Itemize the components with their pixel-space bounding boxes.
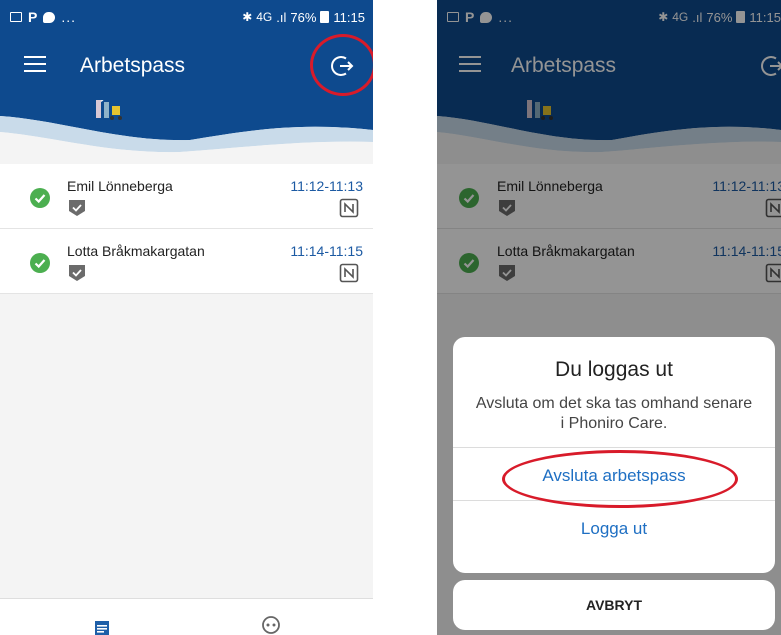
battery-percent: 76% xyxy=(290,9,317,25)
bottom-navigation xyxy=(0,598,373,635)
end-shift-button[interactable]: Avsluta arbetspass xyxy=(453,447,775,504)
network-type: 4G xyxy=(256,10,273,24)
gallery-notification-icon xyxy=(10,12,22,22)
bluetooth-icon: ✱ xyxy=(242,10,253,24)
message-notification-icon xyxy=(43,11,56,23)
visit-time: 11:14-11:15 xyxy=(290,243,363,259)
battery-icon xyxy=(320,11,330,23)
cancel-button[interactable]: AVBRYT xyxy=(453,580,775,630)
menu-icon[interactable] xyxy=(24,56,46,72)
nfc-icon xyxy=(339,198,359,218)
logout-dialog: Du loggas ut Avsluta om det ska tas omha… xyxy=(453,337,775,573)
status-bar: P ... ✱ 4G .ıl 76% 11:15 xyxy=(0,0,373,34)
logout-button[interactable]: Logga ut xyxy=(453,500,775,557)
check-circle-icon xyxy=(30,188,50,208)
shield-check-icon xyxy=(69,265,85,281)
visit-list: Emil Lönneberga 11:12-11:13 Lotta Bråkma… xyxy=(0,164,373,294)
calendar-icon[interactable] xyxy=(94,619,110,635)
clock: 11:15 xyxy=(333,9,365,25)
left-phone-screen: P ... ✱ 4G .ıl 76% 11:15 Arbetspass Emil… xyxy=(0,0,373,635)
dialog-title: Du loggas ut xyxy=(555,358,673,381)
shield-check-icon xyxy=(69,200,85,216)
profile-icon[interactable] xyxy=(262,616,280,634)
page-title: Arbetspass xyxy=(80,54,186,77)
right-phone-screen: P ... ✱ 4G .ıl 76% 11:15 Arbetspass Emil… xyxy=(437,0,781,635)
nfc-icon xyxy=(339,263,359,283)
client-name: Emil Lönneberga xyxy=(67,178,173,194)
parking-notification-icon: P xyxy=(28,9,38,25)
signal-icon: .ıl xyxy=(276,9,287,25)
visit-time: 11:12-11:13 xyxy=(290,178,363,194)
list-item[interactable]: Lotta Bråkmakargatan 11:14-11:15 xyxy=(0,229,373,294)
check-circle-icon xyxy=(30,253,50,273)
dialog-message: Avsluta om det ska tas omhand senare i P… xyxy=(475,395,753,432)
app-bar: Arbetspass xyxy=(0,34,373,100)
list-item[interactable]: Emil Lönneberga 11:12-11:13 xyxy=(0,164,373,229)
logout-icon[interactable] xyxy=(329,52,357,80)
banner-illustration xyxy=(0,100,373,164)
more-notifications-indicator: ... xyxy=(61,9,77,25)
client-name: Lotta Bråkmakargatan xyxy=(67,243,205,259)
